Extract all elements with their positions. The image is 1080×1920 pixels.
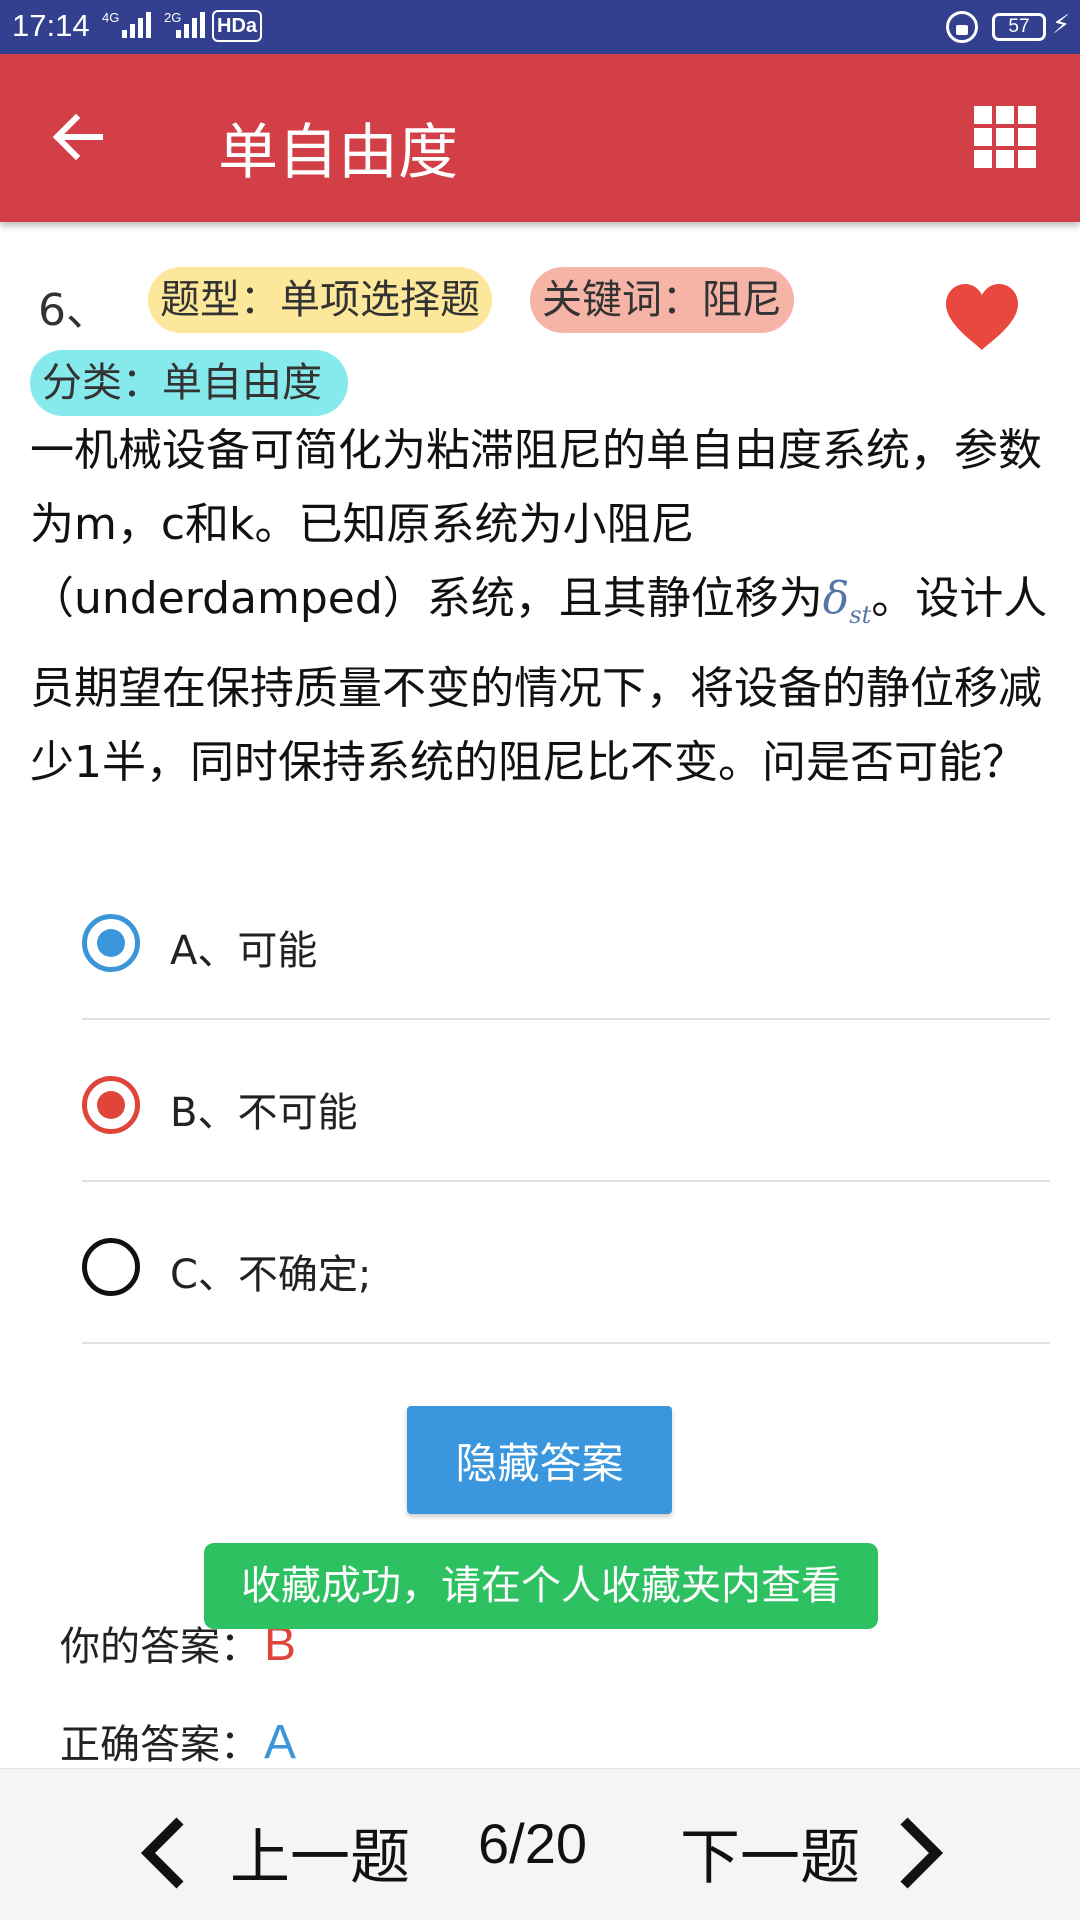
status-time: 17:14 xyxy=(12,8,90,43)
chevron-right-icon[interactable] xyxy=(898,1817,944,1889)
app-bar: 单自由度 xyxy=(0,54,1080,222)
question-type-chip: 题型：单项选择题 xyxy=(148,267,492,333)
your-answer-label: 你的答案： xyxy=(60,1624,260,1670)
favorite-heart-icon[interactable] xyxy=(944,282,1020,352)
radio-unselected-icon[interactable] xyxy=(82,1238,140,1296)
correct-answer-value: A xyxy=(264,1716,297,1769)
prev-question-button[interactable]: 上一题 xyxy=(230,1809,410,1896)
signal-1-type: 4G xyxy=(102,10,120,25)
keyword-chip: 关键词：阻尼 xyxy=(530,267,794,333)
toast-message: 收藏成功，请在个人收藏夹内查看 xyxy=(204,1543,878,1629)
option-c[interactable]: C、不确定; xyxy=(82,1182,1050,1344)
charging-icon: ⚡ xyxy=(1052,10,1071,40)
page-title: 单自由度 xyxy=(218,118,458,188)
bottom-nav: 上一题 6/20 下一题 xyxy=(0,1768,1080,1920)
hd-badge: HDa xyxy=(212,10,263,42)
option-label: C、不确定; xyxy=(170,1252,372,1298)
question-text: 一机械设备可简化为粘滞阻尼的单自由度系统，参数为m，c和k。已知原系统为小阻尼（… xyxy=(30,425,1048,788)
correct-answer-row: 正确答案：A xyxy=(60,1712,296,1770)
signal-2-icon xyxy=(176,12,205,38)
option-label: A、可能 xyxy=(170,928,318,974)
option-label: B、不可能 xyxy=(170,1090,358,1136)
correct-answer-label: 正确答案： xyxy=(60,1722,260,1768)
question-counter: 6/20 xyxy=(478,1812,587,1875)
question-number: 6、 xyxy=(38,285,110,336)
battery-level: 57 xyxy=(1008,16,1030,37)
option-a[interactable]: A、可能 xyxy=(82,858,1050,1020)
radio-selected-wrong-icon[interactable] xyxy=(82,1076,140,1134)
signal-1-icon xyxy=(122,12,151,38)
next-question-button[interactable]: 下一题 xyxy=(680,1809,860,1896)
radio-selected-correct-icon[interactable] xyxy=(82,914,140,972)
category-chip: 分类：单自由度 xyxy=(30,350,348,416)
option-b[interactable]: B、不可能 xyxy=(82,1020,1050,1182)
status-bar: 17:14 4G 2G HDa 57 ⚡ xyxy=(0,0,1080,54)
grid-menu-icon[interactable] xyxy=(974,106,1036,168)
back-arrow-icon[interactable] xyxy=(50,110,104,164)
chevron-left-icon[interactable] xyxy=(140,1817,186,1889)
battery-icon: 57 xyxy=(992,13,1046,41)
hide-answer-button[interactable]: 隐藏答案 xyxy=(407,1406,672,1514)
delta-st-symbol: δst xyxy=(822,573,872,629)
lock-rotation-icon xyxy=(946,11,978,43)
